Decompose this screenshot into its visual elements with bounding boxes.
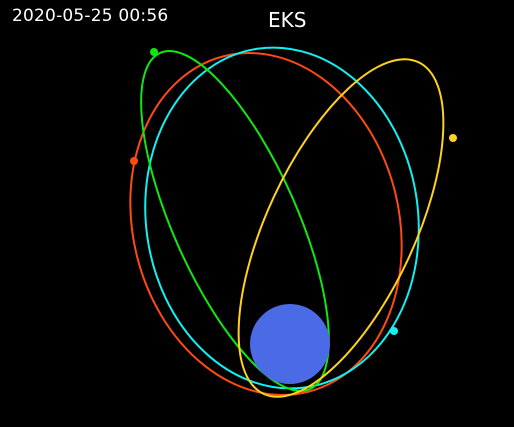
earth-disk (250, 304, 330, 384)
satellite-red (130, 157, 138, 165)
timestamp: 2020-05-25 00:56 (12, 6, 169, 26)
orbit-scene (0, 0, 514, 427)
satellite-green (150, 48, 158, 56)
satellite-cyan (390, 327, 398, 335)
plot-title: EKS (268, 8, 307, 32)
satellite-yellow (449, 134, 457, 142)
